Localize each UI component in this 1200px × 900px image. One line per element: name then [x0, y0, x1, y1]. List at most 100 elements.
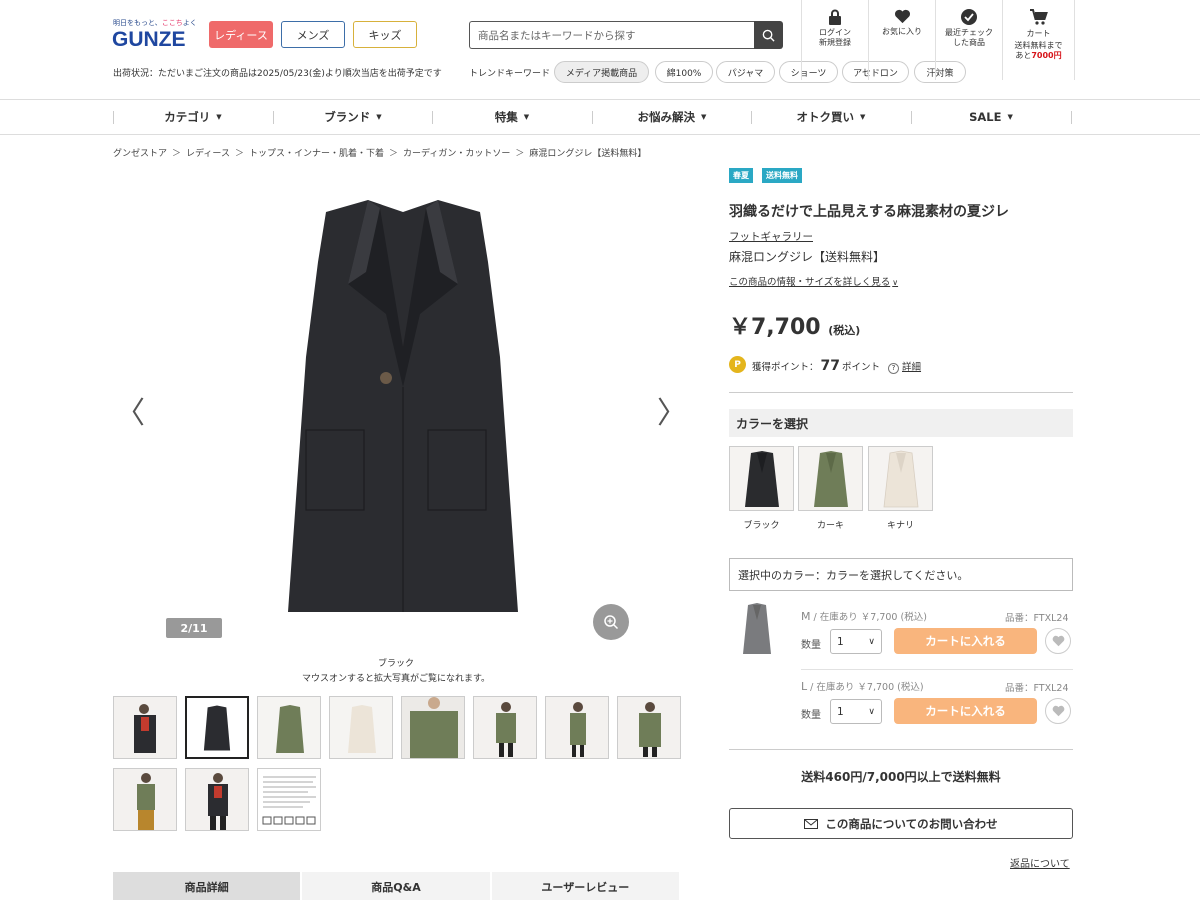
- trend-keyword-label: トレンドキーワード: [469, 69, 551, 79]
- tab-user-reviews[interactable]: ユーザーレビュー: [491, 872, 679, 900]
- thumbnail[interactable]: [617, 696, 681, 759]
- color-swatch-black[interactable]: [729, 446, 794, 511]
- trend-chip[interactable]: メディア掲載商品: [554, 61, 649, 83]
- recently-viewed-button[interactable]: 最近チェック した商品: [935, 0, 1002, 80]
- lock-icon: [829, 9, 841, 25]
- thumbnail[interactable]: [113, 768, 177, 831]
- product-main-image[interactable]: [258, 172, 548, 622]
- tab-product-qa[interactable]: 商品Q&A: [302, 872, 490, 900]
- login-button[interactable]: ログイン 新規登録: [801, 0, 868, 80]
- heart-icon: [894, 9, 910, 24]
- category-ladies-button[interactable]: レディース: [209, 21, 273, 48]
- favorites-label: お気に入り: [882, 27, 922, 36]
- color-swatch-natural[interactable]: [868, 446, 933, 511]
- product-price: ￥7,700 (税込): [729, 315, 861, 340]
- variant-size: M: [801, 610, 811, 623]
- tab-product-details[interactable]: 商品詳細: [113, 872, 301, 900]
- category-mens-button[interactable]: メンズ: [281, 21, 345, 48]
- logo-tagline: 明日をもっと、ここちよく: [113, 19, 197, 27]
- cart-button[interactable]: カート 送料無料まで あと7000円: [1002, 0, 1075, 80]
- search-button[interactable]: [754, 21, 783, 49]
- prev-image-arrow[interactable]: 〈: [115, 388, 145, 432]
- thumbnail[interactable]: [113, 696, 177, 759]
- shipping-status-text: 出荷状況：ただいまご注文の商品は2025/05/23(金)より順次当店を出荷予定…: [113, 69, 442, 79]
- free-shipping-badge: 送料無料: [762, 168, 802, 183]
- divider: [729, 749, 1073, 750]
- season-badge: 春夏: [729, 168, 753, 183]
- breadcrumb-current: 麻混ロングジレ【送料無料】: [529, 149, 647, 159]
- breadcrumb-item[interactable]: カーディガン・カットソー: [403, 146, 510, 159]
- category-kids-button[interactable]: キッズ: [353, 21, 417, 48]
- product-title: 羽織るだけで上品見えする麻混素材の夏ジレ: [729, 204, 1009, 220]
- next-image-arrow[interactable]: 〉: [657, 388, 687, 432]
- quantity-select[interactable]: 1 ∨: [830, 699, 882, 724]
- zoom-in-icon: [604, 615, 619, 630]
- main-nav: カテゴリ ▼ ブランド ▼ 特集 ▼ お悩み解決 ▼ オトク買い ▼ SALE ▼: [0, 99, 1200, 135]
- divider: [801, 669, 1073, 670]
- add-to-cart-button[interactable]: カートに入れる: [894, 628, 1037, 654]
- zoom-button[interactable]: [593, 604, 629, 640]
- caret-down-icon: ▼: [860, 113, 866, 121]
- zoom-hint: マウスオンすると拡大写真がご覧になれます。: [301, 674, 491, 684]
- thumbnail[interactable]: [473, 696, 537, 759]
- brand-link[interactable]: フットギャラリー: [729, 229, 813, 244]
- thumbnail-care-label[interactable]: [257, 768, 321, 831]
- nav-category[interactable]: カテゴリ ▼: [113, 100, 273, 134]
- nav-solutions[interactable]: お悩み解決 ▼: [592, 100, 752, 134]
- trend-chip[interactable]: 綿100%: [655, 61, 713, 83]
- nav-deals[interactable]: オトク買い ▼: [751, 100, 911, 134]
- variant-size: L: [801, 680, 808, 693]
- favorite-button[interactable]: [1045, 698, 1071, 724]
- points-icon: P: [729, 356, 746, 373]
- product-code: 品番：FTXL24: [1005, 613, 1069, 624]
- color-swatch-khaki[interactable]: [798, 446, 863, 511]
- breadcrumb-item[interactable]: レディース: [186, 146, 230, 159]
- variant-m-info: M / 在庫あり ￥7,700 (税込): [801, 610, 927, 623]
- image-counter: 2/11: [166, 618, 222, 638]
- cart-free-shipping-note: 送料無料まで あと7000円: [1014, 41, 1063, 60]
- thumbnail[interactable]: [185, 768, 249, 831]
- breadcrumb: グンゼストア＞ レディース＞ トップス・インナー・肌着・下着＞ カーディガン・カ…: [113, 146, 646, 159]
- thumbnail[interactable]: [257, 696, 321, 759]
- product-inquiry-button[interactable]: この商品についてのお問い合わせ: [729, 808, 1073, 839]
- product-detail-link[interactable]: この商品の情報・サイズを詳しく見る ∨: [729, 274, 898, 288]
- variant-l-info: L / 在庫あり ￥7,700 (税込): [801, 680, 924, 693]
- thumbnail[interactable]: [401, 696, 465, 759]
- image-caption: ブラック マウスオンすると拡大写真がご覧になれます。: [112, 657, 680, 687]
- color-label: カーキ: [816, 521, 844, 531]
- caret-down-icon: ▼: [1007, 113, 1013, 121]
- quantity-label: 数量: [801, 640, 821, 651]
- caret-down-icon: ▼: [216, 113, 222, 121]
- cart-label: カート: [1026, 29, 1051, 38]
- breadcrumb-item[interactable]: トップス・インナー・肌着・下着: [249, 146, 384, 159]
- thumbnail[interactable]: [545, 696, 609, 759]
- divider: [729, 392, 1073, 393]
- login-label: ログイン 新規登録: [819, 28, 851, 47]
- points-value: 77: [820, 358, 840, 374]
- site-logo[interactable]: GUNZE: [112, 28, 186, 52]
- chevron-down-icon: ∨: [892, 278, 899, 287]
- check-circle-icon: [961, 9, 977, 25]
- product-tabs: 商品詳細 商品Q&A ユーザーレビュー: [113, 872, 681, 900]
- thumbnail-selected[interactable]: [185, 696, 249, 759]
- thumbnail[interactable]: [329, 696, 393, 759]
- quantity-select[interactable]: 1 ∨: [830, 629, 882, 654]
- favorites-button[interactable]: お気に入り: [868, 0, 935, 80]
- nav-sale[interactable]: SALE ▼: [911, 100, 1071, 134]
- add-to-cart-button[interactable]: カートに入れる: [894, 698, 1037, 724]
- caret-down-icon: ▼: [376, 113, 382, 121]
- returns-link[interactable]: 返品について: [1010, 855, 1070, 870]
- product-name: 麻混ロングジレ【送料無料】: [729, 250, 886, 264]
- search-input[interactable]: 商品名またはキーワードから探す: [469, 21, 755, 49]
- nav-brand[interactable]: ブランド ▼: [273, 100, 433, 134]
- nav-feature[interactable]: 特集 ▼: [432, 100, 592, 134]
- points-detail-link[interactable]: 詳細: [902, 359, 921, 373]
- trend-chip[interactable]: パジャマ: [716, 61, 775, 83]
- heart-icon: [1052, 705, 1064, 717]
- favorite-button[interactable]: [1045, 628, 1071, 654]
- mail-icon: [804, 818, 819, 829]
- shipping-fee-text: 送料460円/7,000円以上で送料無料: [801, 770, 1001, 784]
- quantity-label: 数量: [801, 710, 821, 721]
- points-info: 獲得ポイント： 77 ポイント ? 詳細: [752, 358, 922, 374]
- breadcrumb-item[interactable]: グンゼストア: [113, 146, 167, 159]
